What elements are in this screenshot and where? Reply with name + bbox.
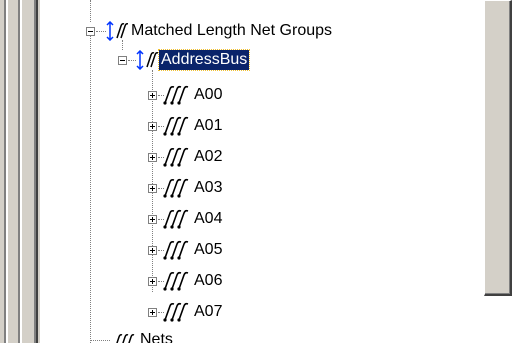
expand-toggle-net-a01[interactable]: [148, 122, 157, 131]
matched-length-group-icon: [106, 21, 128, 41]
tree-item-addressbus[interactable]: AddressBus: [157, 49, 251, 71]
tree-item-net-a05[interactable]: A05: [192, 240, 224, 260]
tree-item-matched-length-net-groups[interactable]: Matched Length Net Groups: [129, 21, 334, 41]
expand-toggle-net-a07[interactable]: [148, 308, 157, 317]
tree-item-net-a04[interactable]: A04: [192, 209, 224, 229]
expand-toggle-net-a05[interactable]: [148, 246, 157, 255]
net-icon: [163, 271, 189, 291]
expand-toggle-net-a04[interactable]: [148, 215, 157, 224]
net-tree-view[interactable]: Matched Length Net Groups AddressBus A00…: [40, 0, 480, 343]
window-frame-right: [514, 0, 528, 343]
net-icon: [116, 334, 135, 343]
tree-item-net-a07[interactable]: A07: [192, 302, 224, 322]
collapse-toggle-addressbus[interactable]: [118, 56, 127, 65]
net-icon: [163, 116, 189, 136]
net-icon: [163, 302, 189, 322]
vertical-scrollbar-thumb[interactable]: [484, 0, 512, 296]
tree-item-net-a00[interactable]: A00: [192, 85, 224, 105]
window-frame-left: [0, 0, 40, 343]
expand-toggle-net-a02[interactable]: [148, 153, 157, 162]
tree-item-net-a06[interactable]: A06: [192, 271, 224, 291]
matched-length-group-icon: [136, 50, 158, 70]
expand-toggle-net-a06[interactable]: [148, 277, 157, 286]
net-icon: [163, 85, 189, 105]
collapse-toggle-matched-groups[interactable]: [86, 27, 95, 36]
net-icon: [163, 240, 189, 260]
net-icon: [163, 147, 189, 167]
expand-toggle-net-a03[interactable]: [148, 184, 157, 193]
tree-item-net-a02[interactable]: A02: [192, 147, 224, 167]
net-icon: [163, 209, 189, 229]
expand-toggle-net-a00[interactable]: [148, 91, 157, 100]
tree-item-nets[interactable]: Nets: [138, 330, 175, 343]
tree-item-net-a01[interactable]: A01: [192, 116, 224, 136]
tree-item-net-a03[interactable]: A03: [192, 178, 224, 198]
net-icon: [163, 178, 189, 198]
